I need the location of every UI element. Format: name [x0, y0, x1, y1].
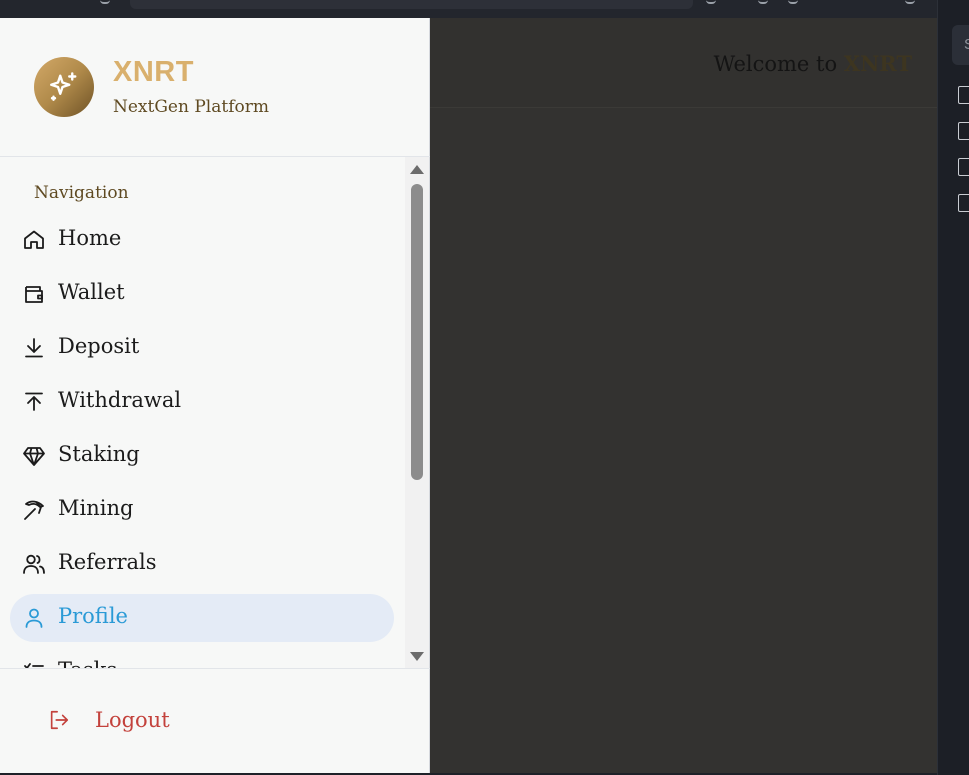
sidebar-item-deposit[interactable]: Deposit: [10, 324, 394, 372]
scrollbar-thumb[interactable]: [411, 184, 423, 480]
brand-block: XNRT NextGen Platform: [0, 18, 430, 157]
extension-icon[interactable]: [758, 0, 768, 4]
folder-icon[interactable]: [958, 158, 969, 176]
upload-icon: [25, 392, 43, 411]
star-icon[interactable]: [706, 0, 716, 4]
nav-heading: Navigation: [34, 183, 129, 203]
side-panel-search[interactable]: S: [952, 25, 969, 65]
menu-icon[interactable]: [905, 0, 915, 4]
sidebar-scrollbar[interactable]: [405, 157, 429, 669]
logout-icon: [50, 710, 69, 730]
sidebar-drawer: XNRT NextGen Platform Navigation Home Wa…: [0, 18, 430, 773]
sidebar-item-profile[interactable]: Profile: [10, 594, 394, 642]
sidebar-item-home[interactable]: Home: [10, 216, 394, 264]
users-icon: [23, 554, 45, 574]
pickaxe-icon: [24, 500, 44, 520]
brand-title: XNRT: [113, 56, 194, 88]
logo: [34, 57, 94, 117]
gem-icon: [23, 447, 45, 466]
reload-icon[interactable]: [100, 0, 110, 4]
folder-icon[interactable]: [958, 86, 969, 104]
welcome-text: Welcome to XNRT: [713, 51, 912, 76]
scroll-down-arrow-icon[interactable]: [410, 652, 424, 661]
sidebar-item-wallet[interactable]: Wallet: [10, 270, 394, 318]
sidebar-item-referrals[interactable]: Referrals: [10, 540, 394, 588]
folder-icon[interactable]: [958, 122, 969, 140]
sidebar-nav: Navigation Home Wallet Deposit Withdrawa…: [0, 157, 430, 669]
sidebar-item-tasks[interactable]: Tasks: [10, 648, 394, 669]
side-panel: S: [937, 0, 969, 775]
download-icon: [25, 338, 43, 358]
sparkles-icon: [50, 72, 77, 101]
brand-subtitle: NextGen Platform: [113, 97, 269, 117]
sidebar-item-staking[interactable]: Staking: [10, 432, 394, 480]
home-icon: [24, 230, 44, 249]
user-icon: [25, 608, 43, 628]
wallet-icon: [25, 286, 43, 303]
sidebar-item-withdrawal[interactable]: Withdrawal: [10, 378, 394, 426]
sidebar-footer: Logout: [0, 668, 430, 773]
scroll-up-arrow-icon[interactable]: [410, 165, 424, 174]
browser-chrome: [0, 0, 937, 18]
address-bar[interactable]: [130, 0, 693, 9]
sidebar-item-mining[interactable]: Mining: [10, 486, 394, 534]
logout-button[interactable]: Logout: [40, 698, 200, 742]
profile-icon[interactable]: [788, 0, 798, 4]
app-header: Welcome to XNRT: [430, 18, 937, 108]
folder-open-icon[interactable]: [958, 194, 969, 212]
